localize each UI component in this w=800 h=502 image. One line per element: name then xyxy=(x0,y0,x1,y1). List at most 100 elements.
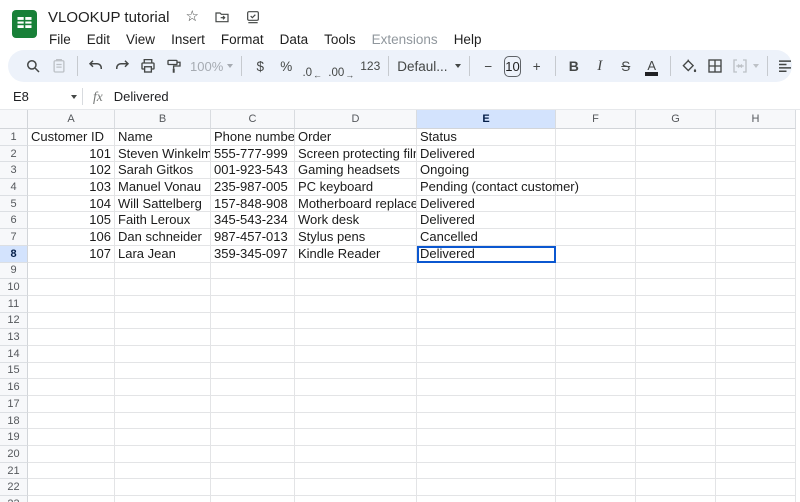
cell-g21[interactable] xyxy=(636,462,716,480)
cell-h20[interactable] xyxy=(716,446,796,463)
cell-a6[interactable]: 105 xyxy=(28,212,115,230)
cell-d19[interactable] xyxy=(295,429,417,447)
document-status-icon[interactable] xyxy=(245,9,261,25)
cell-d14[interactable] xyxy=(295,345,417,363)
cell-h21[interactable] xyxy=(716,462,796,480)
cell-a20[interactable] xyxy=(28,446,115,463)
cell-e8[interactable]: Delivered xyxy=(417,245,556,263)
cell-d2[interactable]: Screen protecting films xyxy=(295,145,417,163)
cell-h9[interactable] xyxy=(716,262,796,280)
cell-f11[interactable] xyxy=(556,295,636,313)
print-icon[interactable] xyxy=(135,53,161,79)
cell-c15[interactable] xyxy=(211,362,295,380)
cell-a1[interactable]: Customer ID xyxy=(28,129,115,146)
cell-d7[interactable]: Stylus pens xyxy=(295,229,417,246)
row-header-10[interactable]: 10 xyxy=(0,279,28,296)
cell-a15[interactable] xyxy=(28,362,115,380)
cell-b9[interactable] xyxy=(115,262,211,280)
cell-a19[interactable] xyxy=(28,429,115,447)
cell-a14[interactable] xyxy=(28,345,115,363)
cell-f6[interactable] xyxy=(556,212,636,230)
cell-c5[interactable]: 157-848-908 xyxy=(211,195,295,213)
cell-e9[interactable] xyxy=(417,262,556,280)
strikethrough-button[interactable]: S xyxy=(613,53,639,79)
cell-c14[interactable] xyxy=(211,345,295,363)
format-percent-button[interactable]: % xyxy=(273,53,299,79)
cell-g7[interactable] xyxy=(636,229,716,246)
cell-e19[interactable] xyxy=(417,429,556,447)
menu-item-extensions[interactable]: Extensions xyxy=(364,30,446,49)
zoom-select[interactable]: 100% xyxy=(187,53,236,79)
cell-b12[interactable] xyxy=(115,312,211,330)
row-header-8[interactable]: 8 xyxy=(0,245,28,263)
cell-g12[interactable] xyxy=(636,312,716,330)
cell-c4[interactable]: 235-987-005 xyxy=(211,179,295,196)
cell-f17[interactable] xyxy=(556,396,636,413)
cell-d20[interactable] xyxy=(295,446,417,463)
cell-f18[interactable] xyxy=(556,412,636,430)
cell-b18[interactable] xyxy=(115,412,211,430)
cell-a12[interactable] xyxy=(28,312,115,330)
column-header-b[interactable]: B xyxy=(115,110,211,129)
cell-e21[interactable] xyxy=(417,462,556,480)
cell-c21[interactable] xyxy=(211,462,295,480)
cell-h12[interactable] xyxy=(716,312,796,330)
cell-g15[interactable] xyxy=(636,362,716,380)
row-header-6[interactable]: 6 xyxy=(0,212,28,230)
paint-format-icon[interactable] xyxy=(161,53,187,79)
row-header-7[interactable]: 7 xyxy=(0,229,28,246)
cell-b15[interactable] xyxy=(115,362,211,380)
cell-f9[interactable] xyxy=(556,262,636,280)
redo-icon[interactable] xyxy=(109,53,135,79)
row-header-21[interactable]: 21 xyxy=(0,462,28,480)
cell-c17[interactable] xyxy=(211,396,295,413)
cell-d23[interactable] xyxy=(295,496,417,502)
increase-font-size-button[interactable]: + xyxy=(524,53,550,79)
menu-item-tools[interactable]: Tools xyxy=(316,30,364,49)
cell-h10[interactable] xyxy=(716,279,796,296)
cell-a21[interactable] xyxy=(28,462,115,480)
row-header-2[interactable]: 2 xyxy=(0,145,28,163)
cell-g20[interactable] xyxy=(636,446,716,463)
cell-a2[interactable]: 101 xyxy=(28,145,115,163)
cell-e15[interactable] xyxy=(417,362,556,380)
cell-a7[interactable]: 106 xyxy=(28,229,115,246)
cell-b3[interactable]: Sarah Gitkos xyxy=(115,162,211,180)
cell-f13[interactable] xyxy=(556,329,636,346)
italic-button[interactable]: I xyxy=(587,53,613,79)
column-header-e[interactable]: E xyxy=(417,110,556,129)
cell-e4[interactable]: Pending (contact customer) xyxy=(417,179,579,196)
cell-d8[interactable]: Kindle Reader xyxy=(295,245,417,263)
cell-f3[interactable] xyxy=(556,162,636,180)
cell-f15[interactable] xyxy=(556,362,636,380)
cell-e17[interactable] xyxy=(417,396,556,413)
cell-c12[interactable] xyxy=(211,312,295,330)
cell-g9[interactable] xyxy=(636,262,716,280)
row-header-22[interactable]: 22 xyxy=(0,479,28,497)
cell-c1[interactable]: Phone number xyxy=(211,129,295,146)
cell-h16[interactable] xyxy=(716,379,796,396)
cell-g22[interactable] xyxy=(636,479,716,497)
row-header-9[interactable]: 9 xyxy=(0,262,28,280)
cell-c9[interactable] xyxy=(211,262,295,280)
cell-c7[interactable]: 987-457-013 xyxy=(211,229,295,246)
cell-h6[interactable] xyxy=(716,212,796,230)
star-icon[interactable]: ☆ xyxy=(185,9,198,25)
row-header-1[interactable]: 1 xyxy=(0,129,28,146)
cell-c20[interactable] xyxy=(211,446,295,463)
undo-icon[interactable] xyxy=(83,53,109,79)
cell-g16[interactable] xyxy=(636,379,716,396)
cell-e7[interactable]: Cancelled xyxy=(417,229,556,246)
cell-b5[interactable]: Will Sattelberg xyxy=(115,195,211,213)
cell-g11[interactable] xyxy=(636,295,716,313)
cell-h4[interactable] xyxy=(716,179,796,196)
cell-e13[interactable] xyxy=(417,329,556,346)
cell-g4[interactable] xyxy=(636,179,716,196)
cell-h1[interactable] xyxy=(716,129,796,146)
cell-h5[interactable] xyxy=(716,195,796,213)
cell-h8[interactable] xyxy=(716,245,796,263)
menu-item-help[interactable]: Help xyxy=(446,30,490,49)
cell-a8[interactable]: 107 xyxy=(28,245,115,263)
cell-g3[interactable] xyxy=(636,162,716,180)
cell-c23[interactable] xyxy=(211,496,295,502)
